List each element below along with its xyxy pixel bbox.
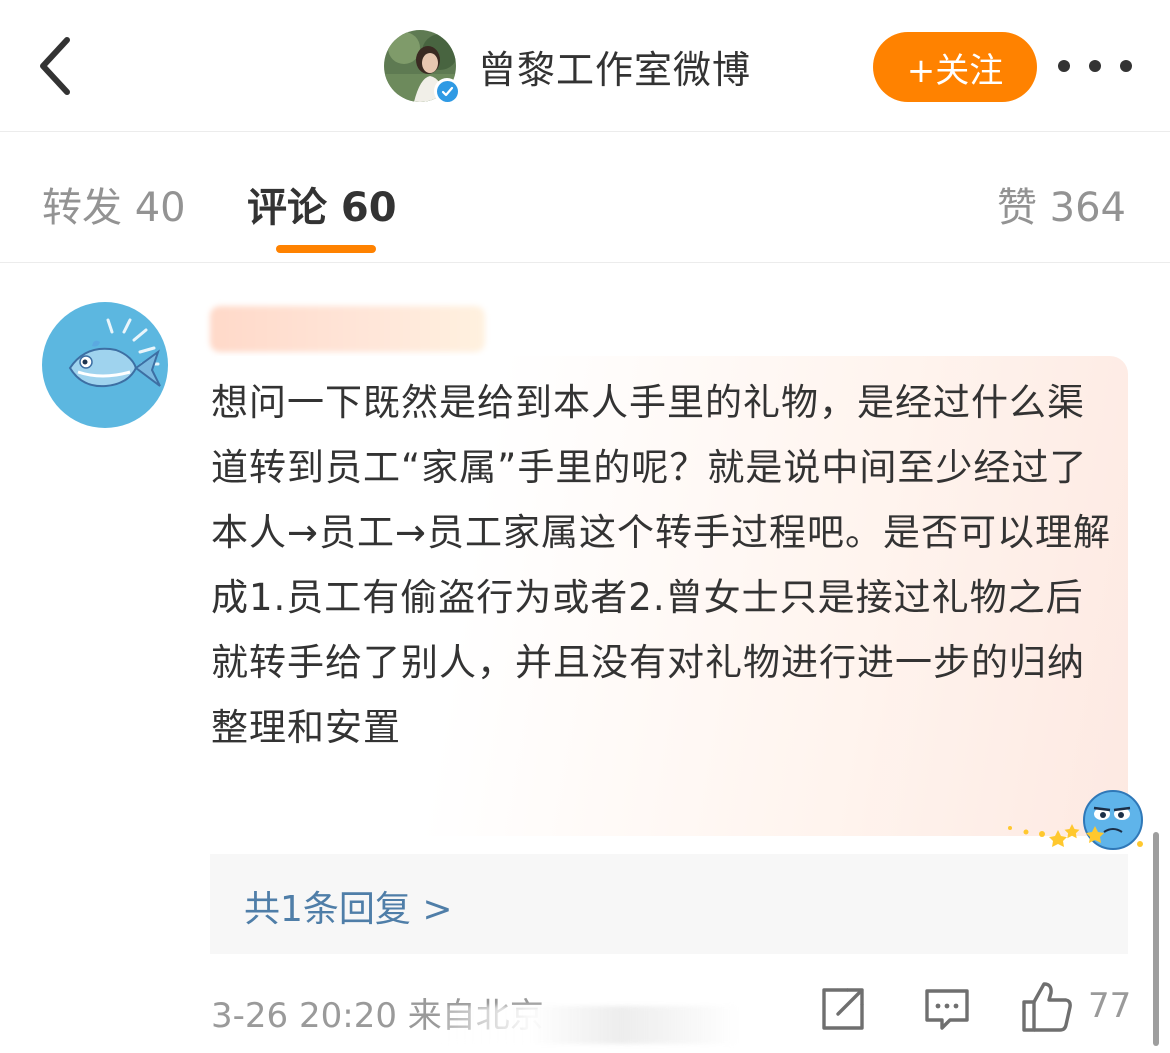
tab-like[interactable]: 赞 364 <box>997 175 1126 233</box>
account-avatar[interactable] <box>384 30 460 104</box>
tab-repost[interactable]: 转发 40 <box>42 175 186 233</box>
fish-icon <box>68 318 161 388</box>
comment-text: 想问一下既然是给到本人手里的礼物，是经过什么渠道转到员工“家属”手里的呢？就是说… <box>211 381 1112 749</box>
share-icon[interactable] <box>818 984 868 1034</box>
top-bar: 曾黎工作室微博 +关注 <box>0 0 1170 132</box>
commenter-name[interactable] <box>210 306 485 352</box>
follow-button[interactable]: +关注 <box>873 32 1037 102</box>
sticker-icon <box>1000 786 1150 852</box>
like-count: 77 <box>1088 986 1132 1026</box>
more-icon[interactable] <box>1058 46 1132 86</box>
view-replies-link[interactable]: 共1条回复 > <box>244 880 453 932</box>
commenter-avatar[interactable] <box>42 302 168 428</box>
watermark-overlay <box>440 1006 740 1044</box>
page-title: 曾黎工作室微博 <box>478 47 752 92</box>
comment-icon[interactable] <box>922 984 972 1034</box>
verified-icon <box>434 78 460 104</box>
back-arrow-icon <box>40 37 70 95</box>
account-header[interactable]: 曾黎工作室微博 <box>384 30 752 104</box>
tab-bar: 转发 40 评论 60 赞 364 <box>0 133 1170 263</box>
back-button[interactable] <box>30 34 80 98</box>
tab-comment[interactable]: 评论 60 <box>247 175 397 233</box>
thumbs-up-icon[interactable] <box>1020 980 1074 1034</box>
active-tab-indicator <box>276 245 376 253</box>
scrollbar[interactable] <box>1153 832 1159 1046</box>
